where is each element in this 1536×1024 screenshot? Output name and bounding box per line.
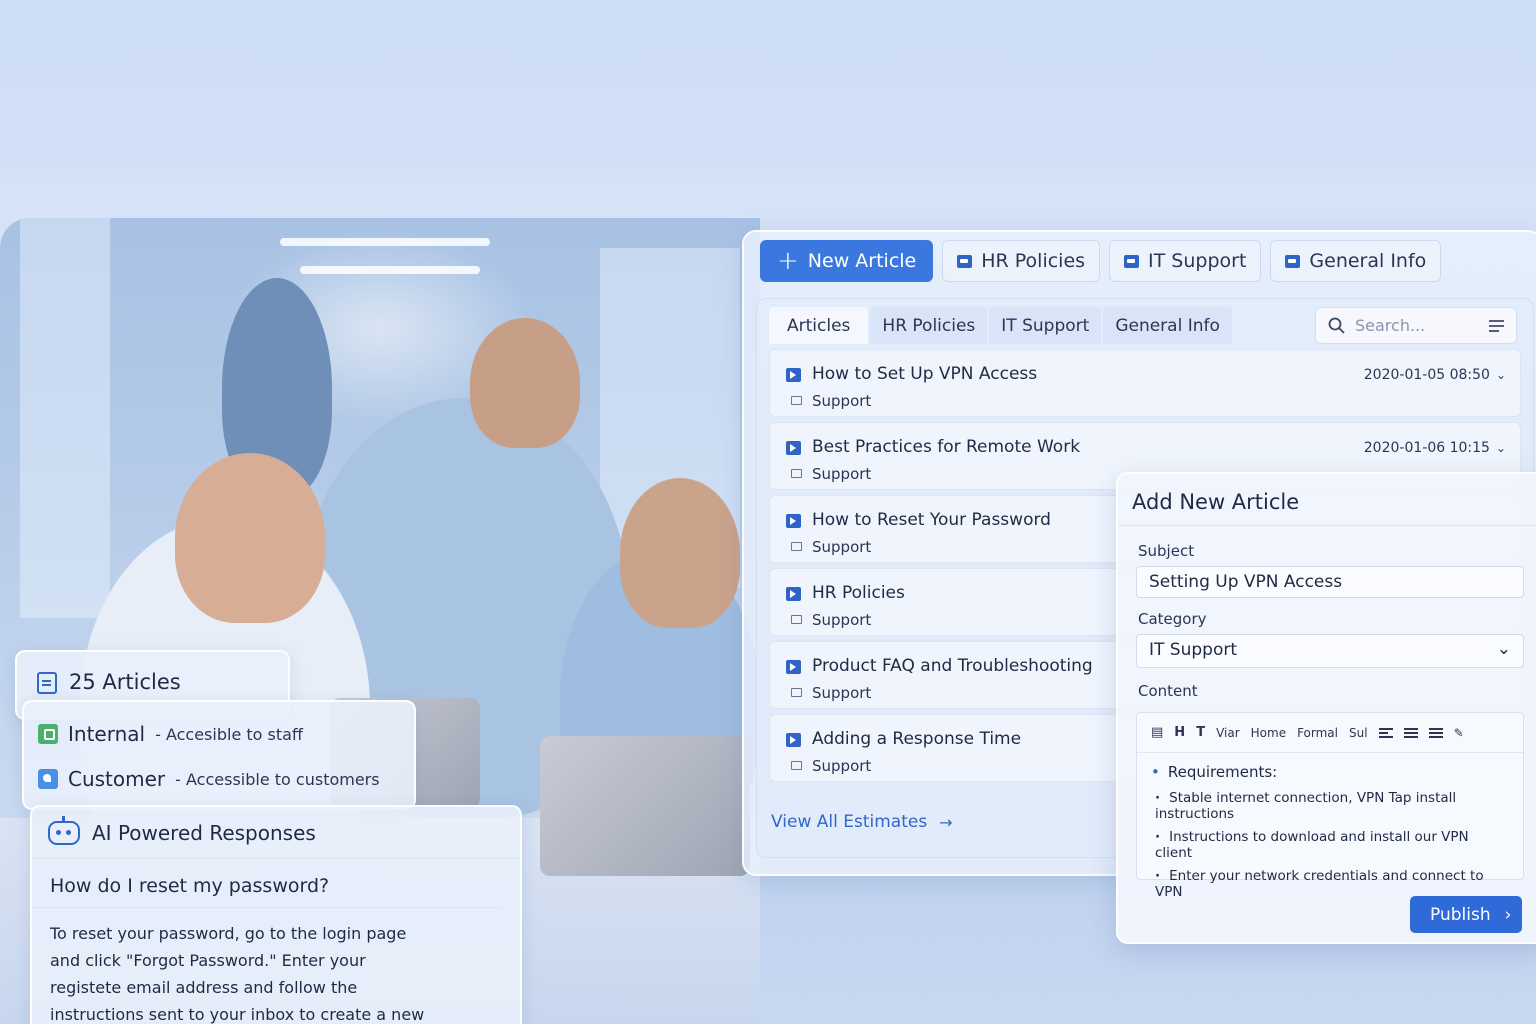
new-article-label: New Article <box>807 250 917 272</box>
article-count: 25 Articles <box>69 670 181 694</box>
access-name: Internal <box>68 722 146 746</box>
subtab-it-support[interactable]: IT Support <box>989 307 1102 344</box>
ai-responses-card: AI Powered Responses How do I reset my p… <box>30 805 522 1024</box>
category-select[interactable]: IT Support ⌄ <box>1136 634 1524 668</box>
subject-label: Subject <box>1138 542 1195 560</box>
ai-answer: To reset your password, go to the login … <box>50 924 425 1024</box>
align-center-icon[interactable] <box>1403 726 1418 740</box>
view-all-label: View All Estimates <box>771 812 928 832</box>
text-style-icon[interactable]: T <box>1196 725 1205 740</box>
toolbar-sub[interactable]: Sul <box>1349 726 1368 740</box>
article-title: How to Set Up VPN Access <box>812 364 1038 384</box>
category-icon <box>791 761 802 770</box>
tab-label: IT Support <box>1148 250 1247 272</box>
category-icon <box>791 469 802 478</box>
heading-icon[interactable]: H <box>1174 725 1185 740</box>
customer-icon <box>38 769 58 789</box>
arrow-right-icon: → <box>939 812 953 832</box>
search-placeholder: Search... <box>1355 316 1426 335</box>
article-icon <box>786 441 801 455</box>
article-icon <box>786 514 801 528</box>
justify-icon[interactable] <box>1428 726 1443 740</box>
article-date[interactable]: 2020-01-05 08:50 <box>1364 367 1506 383</box>
access-name: Customer <box>68 767 166 791</box>
tab-label: General Info <box>1309 250 1427 272</box>
article-category: Support <box>812 611 872 629</box>
block-icon[interactable]: ▤ <box>1151 725 1163 740</box>
article-title: HR Policies <box>812 583 905 603</box>
requirement-item: Stable internet connection, VPN Tap inst… <box>1151 790 1509 822</box>
subtab-articles[interactable]: Articles <box>769 307 869 344</box>
article-category: Support <box>812 392 872 410</box>
document-icon <box>37 672 57 694</box>
access-customer[interactable]: Customer - Accessible to customers <box>38 767 380 791</box>
tab-hr-policies[interactable]: HR Policies <box>942 240 1101 282</box>
article-category: Support <box>812 684 872 702</box>
article-icon <box>786 587 801 601</box>
publish-button[interactable]: Publish › <box>1410 896 1522 933</box>
subtab-hr-policies[interactable]: HR Policies <box>870 307 988 344</box>
toolbar-home[interactable]: Home <box>1251 726 1286 740</box>
ai-card-title: AI Powered Responses <box>92 820 316 845</box>
subject-field[interactable]: Setting Up VPN Access <box>1136 566 1524 598</box>
staff-icon <box>38 724 58 744</box>
sky-background <box>0 0 1536 230</box>
subject-value: Setting Up VPN Access <box>1149 572 1343 592</box>
search-input[interactable]: Search... <box>1315 307 1517 344</box>
toolbar-format[interactable]: Formal <box>1297 726 1338 740</box>
article-icon <box>786 660 801 674</box>
tab-it-support[interactable]: IT Support <box>1109 240 1262 282</box>
article-date[interactable]: 2020-01-06 10:15 <box>1364 440 1506 456</box>
chevron-down-icon: ⌄ <box>1496 639 1511 659</box>
folder-icon <box>957 254 973 268</box>
add-article-form: Add New Article Subject Setting Up VPN A… <box>1116 472 1536 944</box>
folder-icon <box>1124 254 1140 268</box>
article-title: Best Practices for Remote Work <box>812 437 1081 457</box>
tab-label: HR Policies <box>981 250 1086 272</box>
category-icon <box>791 688 802 697</box>
requirement-item: Instructions to download and install our… <box>1151 829 1509 861</box>
search-icon <box>1328 317 1345 334</box>
article-icon <box>786 733 801 747</box>
toolbar-view[interactable]: Viar <box>1216 726 1240 740</box>
pencil-icon[interactable]: ✎ <box>1454 726 1464 740</box>
ai-card-header: AI Powered Responses <box>32 807 520 859</box>
article-category: Support <box>812 465 872 483</box>
editor-body[interactable]: Requirements: Stable internet connection… <box>1137 753 1523 917</box>
new-article-button[interactable]: + New Article <box>760 240 934 282</box>
plus-icon: + <box>777 246 799 276</box>
content-label: Content <box>1138 682 1198 700</box>
access-internal[interactable]: Internal - Accesible to staff <box>38 722 303 746</box>
article-title: How to Reset Your Password <box>812 510 1051 530</box>
category-icon <box>791 542 802 551</box>
robot-icon <box>48 815 80 845</box>
editor-toolbar: ▤ H T Viar Home Formal Sul ✎ <box>1137 713 1523 753</box>
chevron-right-icon: › <box>1504 904 1512 925</box>
content-editor[interactable]: ▤ H T Viar Home Formal Sul ✎ Requirement… <box>1136 712 1524 900</box>
tab-general-info[interactable]: General Info <box>1270 240 1442 282</box>
top-tab-bar: + New Article HR Policies IT Support Gen… <box>760 240 1442 282</box>
category-icon <box>791 396 802 405</box>
category-icon <box>791 615 802 624</box>
article-title: Adding a Response Time <box>812 729 1022 749</box>
sub-tab-bar: Articles HR Policies IT Support General … <box>769 307 1232 344</box>
article-title: Product FAQ and Troubleshooting <box>812 656 1093 676</box>
article-category: Support <box>812 757 872 775</box>
ai-question: How do I reset my password? <box>32 859 502 908</box>
align-left-icon[interactable] <box>1378 726 1393 740</box>
access-desc: - Accesible to staff <box>155 724 303 744</box>
access-levels-card: Internal - Accesible to staff Customer -… <box>22 700 416 810</box>
access-desc: - Accessible to customers <box>175 769 380 789</box>
form-title: Add New Article <box>1118 474 1536 526</box>
category-value: IT Support <box>1149 640 1238 660</box>
category-label: Category <box>1138 610 1207 628</box>
subtab-general-info[interactable]: General Info <box>1103 307 1232 344</box>
article-icon <box>786 368 801 382</box>
article-category: Support <box>812 538 872 556</box>
publish-label: Publish <box>1430 904 1491 925</box>
requirements-heading: Requirements: <box>1151 763 1509 781</box>
list-item[interactable]: How to Set Up VPN Access 2020-01-05 08:5… <box>769 349 1521 417</box>
filter-icon[interactable] <box>1489 317 1504 335</box>
folder-icon <box>1285 254 1301 268</box>
